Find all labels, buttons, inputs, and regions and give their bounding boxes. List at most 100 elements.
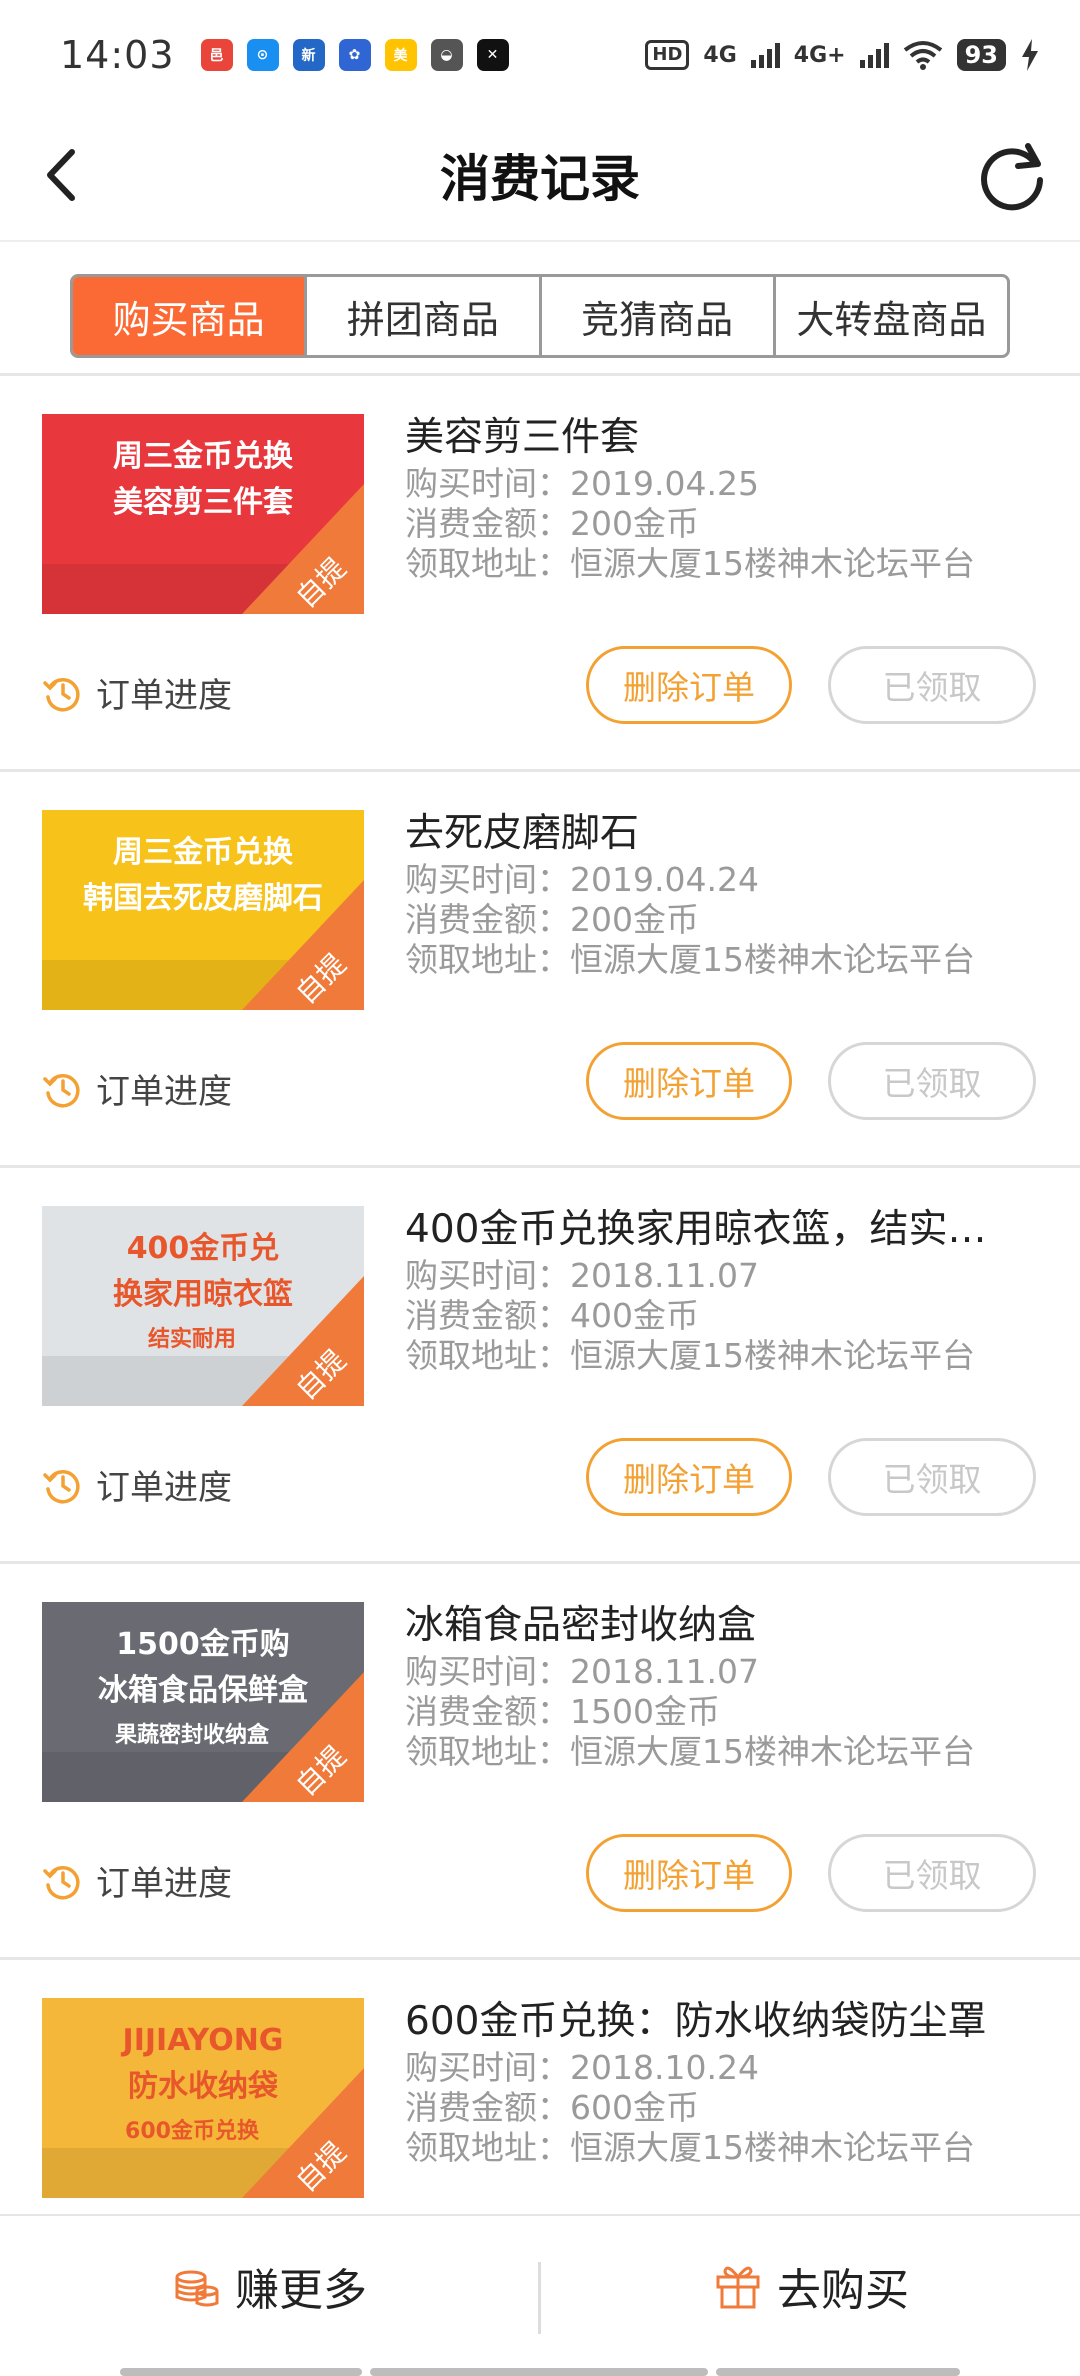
order-progress-link[interactable]: 订单进度	[42, 668, 232, 717]
order-progress-label: 订单进度	[96, 676, 232, 716]
consume-amount: 消费金额：1500金币	[405, 1692, 720, 1731]
order-progress-label: 订单进度	[96, 1072, 232, 1112]
svg-text:周三金币兑换: 周三金币兑换	[113, 439, 294, 474]
svg-text:果蔬密封收纳盒: 果蔬密封收纳盒	[115, 1722, 270, 1748]
hd-icon: HD	[645, 40, 690, 70]
nav-indicator	[370, 2368, 708, 2376]
purchase-time: 购买时间：2019.04.25	[405, 464, 759, 503]
order-progress-link[interactable]: 订单进度	[42, 1856, 232, 1905]
order-info: 冰箱食品密封收纳盒 购买时间：2018.11.07 消费金额：1500金币 领取…	[405, 1600, 1005, 1772]
order-card[interactable]: 周三金币兑换 美容剪三件套 自提 美容剪三件套 购买时间：2019.04.25 …	[0, 376, 1080, 772]
product-image[interactable]: 周三金币兑换 韩国去死皮磨脚石 自提	[42, 810, 364, 1010]
order-card[interactable]: 周三金币兑换 韩国去死皮磨脚石 自提 去死皮磨脚石 购买时间：2019.04.2…	[0, 772, 1080, 1168]
pickup-address: 领取地址：恒源大厦15楼神木论坛平台	[405, 544, 975, 583]
app-icon: 邑	[200, 39, 233, 71]
svg-text:600金币兑换: 600金币兑换	[125, 2118, 260, 2144]
order-card[interactable]: 1500金币购 冰箱食品保鲜盒 果蔬密封收纳盒 自提 冰箱食品密封收纳盒 购买时…	[0, 1564, 1080, 1960]
product-image[interactable]: 400金币兑 换家用晾衣篮 结实耐用 自提	[42, 1206, 364, 1406]
consume-amount: 消费金额：600金币	[405, 2088, 699, 2127]
meituan-icon: 美	[384, 39, 417, 71]
purchase-time: 购买时间：2018.10.24	[405, 2048, 759, 2087]
status-time: 14:03	[60, 33, 175, 77]
order-info: 400金币兑换家用晾衣篮，结实耐用 购买时间：2018.11.07 消费金额：4…	[405, 1204, 1005, 1376]
delete-order-button[interactable]: 删除订单	[586, 1438, 792, 1516]
pickup-address: 领取地址：恒源大厦15楼神木论坛平台	[405, 1732, 975, 1771]
history-icon	[43, 1469, 80, 1503]
order-info: 600金币兑换：防水收纳袋防尘罩 购买时间：2018.10.24 消费金额：60…	[405, 1996, 1005, 2168]
product-title: 冰箱食品密封收纳盒	[405, 1603, 757, 1648]
history-icon	[43, 1073, 80, 1107]
charging-icon	[1022, 39, 1038, 71]
nav-indicator	[716, 2368, 960, 2376]
order-progress-label: 订单进度	[96, 1468, 232, 1508]
svg-text:JIJIAYONG: JIJIAYONG	[121, 2023, 284, 2058]
consume-amount: 消费金额：200金币	[405, 900, 699, 939]
signal-icon	[750, 42, 780, 68]
consume-amount: 消费金额：200金币	[405, 504, 699, 543]
svg-text:400金币兑: 400金币兑	[127, 1231, 280, 1266]
status-indicators: HD 4G 4G+ 93	[645, 39, 1040, 71]
svg-text:1500金币购: 1500金币购	[116, 1627, 290, 1662]
pickup-address: 领取地址：恒源大厦15楼神木论坛平台	[405, 940, 975, 979]
delete-order-button[interactable]: 删除订单	[586, 1834, 792, 1912]
claimed-button[interactable]: 已领取	[828, 1042, 1036, 1120]
refresh-icon[interactable]	[972, 136, 1052, 216]
app-icon: ⊙	[246, 39, 279, 71]
svg-text:美容剪三件套: 美容剪三件套	[113, 485, 293, 520]
product-title: 去死皮磨脚石	[405, 811, 640, 856]
claimed-button[interactable]: 已领取	[828, 1438, 1036, 1516]
network-label: 4G+	[793, 42, 846, 68]
tab-wheel[interactable]: 大转盘商品	[776, 277, 1007, 355]
battery-icon: 93	[956, 39, 1006, 71]
order-card[interactable]: 400金币兑 换家用晾衣篮 结实耐用 自提 400金币兑换家用晾衣篮，结实耐用 …	[0, 1168, 1080, 1564]
pickup-address: 领取地址：恒源大厦15楼神木论坛平台	[405, 2128, 975, 2167]
chevron-left-icon[interactable]	[28, 140, 98, 210]
capcut-icon: ✕	[476, 39, 509, 71]
app-icon: 新	[292, 39, 325, 71]
page-title: 消费记录	[440, 150, 640, 208]
history-icon	[43, 677, 80, 711]
product-image[interactable]: 周三金币兑换 美容剪三件套 自提	[42, 414, 364, 614]
nav-indicator	[120, 2368, 362, 2376]
order-progress-link[interactable]: 订单进度	[42, 1460, 232, 1509]
claimed-button[interactable]: 已领取	[828, 646, 1036, 724]
coins-icon	[175, 2270, 219, 2307]
product-image[interactable]: 1500金币购 冰箱食品保鲜盒 果蔬密封收纳盒 自提	[42, 1602, 364, 1802]
signal-icon	[859, 42, 889, 68]
delete-order-button[interactable]: 删除订单	[586, 1042, 792, 1120]
status-app-icons: 邑 ⊙ 新 ✿ 美 ◒ ✕	[200, 39, 509, 71]
go-buy-button[interactable]: 去购买	[542, 2216, 1080, 2356]
order-progress-label: 订单进度	[96, 1864, 232, 1904]
earn-more-button[interactable]: 赚更多	[0, 2216, 538, 2356]
tab-buy[interactable]: 购买商品	[73, 277, 308, 355]
product-title: 600金币兑换：防水收纳袋防尘罩	[405, 1999, 987, 2044]
tab-group-buy[interactable]: 拼团商品	[307, 277, 542, 355]
bottom-bar: 赚更多 去购买	[0, 2214, 1080, 2376]
purchase-time: 购买时间：2018.11.07	[405, 1256, 759, 1295]
order-info: 美容剪三件套 购买时间：2019.04.25 消费金额：200金币 领取地址：恒…	[405, 412, 1005, 584]
pickup-address: 领取地址：恒源大厦15楼神木论坛平台	[405, 1336, 975, 1375]
tab-guess[interactable]: 竞猜商品	[542, 277, 776, 355]
svg-text:换家用晾衣篮: 换家用晾衣篮	[113, 1277, 293, 1312]
go-buy-label: 去购买	[777, 2265, 909, 2316]
divider	[538, 2262, 541, 2334]
wifi-icon	[903, 41, 942, 70]
product-title: 美容剪三件套	[405, 415, 640, 460]
gift-icon	[716, 2266, 760, 2309]
svg-text:冰箱食品保鲜盒: 冰箱食品保鲜盒	[98, 1673, 309, 1708]
product-image[interactable]: JIJIAYONG 防水收纳袋 600金币兑换 自提	[42, 1998, 364, 2198]
order-info: 去死皮磨脚石 购买时间：2019.04.24 消费金额：200金币 领取地址：恒…	[405, 808, 1005, 980]
svg-text:结实耐用: 结实耐用	[148, 1326, 236, 1352]
network-label: 4G	[703, 42, 737, 68]
tab-bar: 购买商品 拼团商品 竞猜商品 大转盘商品	[70, 274, 1010, 358]
wechat-icon: ◒	[430, 39, 463, 71]
order-progress-link[interactable]: 订单进度	[42, 1064, 232, 1113]
consume-amount: 消费金额：400金币	[405, 1296, 699, 1335]
tab-bar-container: 购买商品 拼团商品 竞猜商品 大转盘商品	[0, 244, 1080, 376]
history-icon	[43, 1865, 80, 1899]
claimed-button[interactable]: 已领取	[828, 1834, 1036, 1912]
delete-order-button[interactable]: 删除订单	[586, 646, 792, 724]
purchase-time: 购买时间：2018.11.07	[405, 1652, 759, 1691]
earn-more-label: 赚更多	[235, 2265, 367, 2316]
svg-text:韩国去死皮磨脚石: 韩国去死皮磨脚石	[83, 881, 323, 916]
